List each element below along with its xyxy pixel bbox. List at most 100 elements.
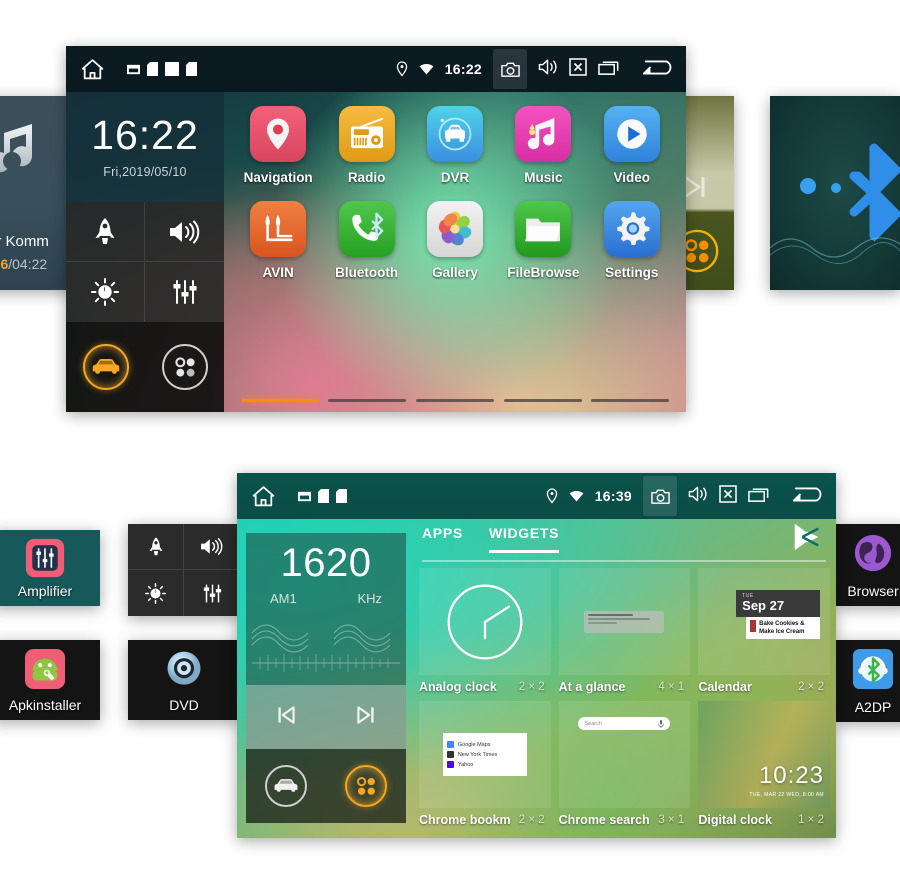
sdcard-icon xyxy=(186,62,197,76)
app-music[interactable]: Music xyxy=(502,106,584,185)
wifi-icon xyxy=(569,490,584,501)
radio-unit: KHz xyxy=(357,591,382,606)
notification-icons xyxy=(298,489,347,503)
skip-previous-icon[interactable] xyxy=(273,702,299,733)
browser-card[interactable]: Browser xyxy=(836,524,900,606)
bluetooth-wave-decor xyxy=(770,237,900,264)
bluetooth-phone-icon xyxy=(338,201,395,257)
widget-chrome-bookmarks[interactable]: Google Maps New York Times Yahoo Chrome … xyxy=(419,701,551,830)
app-label: DVR xyxy=(440,170,470,185)
folder-icon xyxy=(515,201,572,257)
back-arrow-icon[interactable] xyxy=(792,484,822,509)
skip-next-icon[interactable] xyxy=(353,702,379,733)
volume-icon xyxy=(169,220,199,243)
quick-volume[interactable] xyxy=(184,524,240,570)
widget-calendar[interactable]: TUE Sep 27 Bake Cookies & Make Ice Cream xyxy=(698,568,830,697)
widget-name: Chrome search xyxy=(558,813,650,827)
app-gallery[interactable]: Gallery xyxy=(414,201,496,280)
quick-boost[interactable] xyxy=(128,524,184,570)
widget-size: 3 × 1 xyxy=(658,814,685,826)
rocket-icon xyxy=(95,217,115,244)
bookmark-label: Google Maps xyxy=(457,741,491,748)
recents-icon[interactable] xyxy=(598,58,619,81)
app-settings[interactable]: Settings xyxy=(591,201,673,280)
calendar-preview: TUE Sep 27 Bake Cookies & Make Ice Cream xyxy=(736,590,821,640)
radio-widget[interactable]: 1620 AM1 KHz xyxy=(246,533,406,823)
home-icon[interactable] xyxy=(80,57,105,82)
a2dp-card[interactable]: A2DP xyxy=(836,640,900,722)
dock-apps-button[interactable] xyxy=(161,344,208,390)
left-control-column: 16:22 Fri,2019/05/10 xyxy=(66,92,224,412)
play-store-icon[interactable] xyxy=(790,521,822,558)
sdcard-icon xyxy=(318,489,329,503)
page-dot-2[interactable] xyxy=(328,399,407,402)
app-dvr[interactable]: DVR xyxy=(414,106,496,185)
wifi-icon xyxy=(419,63,434,74)
gear-icon xyxy=(603,201,660,257)
apkinstaller-card[interactable]: Apkinstaller xyxy=(0,640,100,720)
home-icon[interactable] xyxy=(251,484,276,509)
camera-icon[interactable] xyxy=(493,49,527,89)
recents-icon[interactable] xyxy=(748,485,769,508)
a2dp-icon-wrap xyxy=(836,648,900,690)
dock-car-button[interactable] xyxy=(82,344,129,390)
app-bluetooth[interactable]: Bluetooth xyxy=(326,201,408,280)
quick-control-equalizer[interactable] xyxy=(145,262,224,322)
clock-widget[interactable]: 16:22 Fri,2019/05/10 xyxy=(66,92,224,202)
equalizer-icon xyxy=(25,538,65,578)
widget-name: Chrome bookm xyxy=(419,813,511,827)
tab-apps[interactable]: APPS xyxy=(422,525,463,553)
quick-brightness[interactable] xyxy=(128,570,184,616)
page-dot-3[interactable] xyxy=(415,399,494,402)
dock-car-button[interactable] xyxy=(265,765,307,807)
widget-chrome-search[interactable]: Search Chrome search 3 × 1 xyxy=(558,701,691,830)
top-status-bar: 16:22 xyxy=(66,46,686,92)
camera-icon[interactable] xyxy=(643,476,677,516)
page-dot-1[interactable] xyxy=(240,399,319,402)
app-filebrowse[interactable]: FileBrowse xyxy=(502,201,584,280)
tab-widgets[interactable]: WIDGETS xyxy=(488,525,560,553)
quick-panel-card[interactable] xyxy=(128,524,240,616)
app-navigation[interactable]: Navigation xyxy=(237,106,319,185)
bookmark-label: New York Times xyxy=(457,751,498,758)
dvd-card[interactable]: DVD xyxy=(128,640,240,720)
bookmark-favicon xyxy=(446,751,454,758)
disc-icon xyxy=(167,651,201,685)
widget-analog-clock[interactable]: Analog clock 2 × 2 xyxy=(419,568,551,697)
app-row-2: AVIN Bluetooth Gallery FileBrowse Settin… xyxy=(224,201,686,280)
app-video[interactable]: Video xyxy=(591,106,673,185)
app-avin[interactable]: AVIN xyxy=(237,201,319,280)
app-label: Bluetooth xyxy=(335,265,399,280)
quick-control-boost[interactable] xyxy=(66,202,145,262)
dvr-car-icon xyxy=(426,106,483,162)
app-radio[interactable]: Radio xyxy=(326,106,408,185)
bottom-head-unit-screen[interactable]: 16:39 1620 AM1 KHz APPS WIDGETS Analog c… xyxy=(237,473,836,838)
widget-at-a-glance[interactable]: At a glance 4 × 1 xyxy=(558,568,691,697)
back-arrow-icon[interactable] xyxy=(642,57,672,82)
status-time: 16:22 xyxy=(444,61,482,77)
bluetooth-preview-card[interactable] xyxy=(770,96,900,290)
browser-icon-wrap xyxy=(836,532,900,574)
volume-icon[interactable] xyxy=(538,58,558,81)
radio-dock xyxy=(246,749,406,823)
close-box-icon[interactable] xyxy=(569,57,587,81)
quick-control-volume[interactable] xyxy=(145,202,224,262)
page-dot-5[interactable] xyxy=(591,399,670,402)
sdcard-icon xyxy=(147,62,158,76)
page-dot-4[interactable] xyxy=(503,399,582,402)
quick-equalizer[interactable] xyxy=(184,570,240,616)
tab-underline xyxy=(422,560,826,562)
top-head-unit-screen[interactable]: 16:22 16:22 Fri,2019/05/10 Navigation Ra… xyxy=(66,46,686,412)
chrome-bookmarks-preview: Google Maps New York Times Yahoo xyxy=(442,733,527,776)
volume-icon[interactable] xyxy=(688,485,708,508)
close-box-icon[interactable] xyxy=(719,484,737,508)
bottom-status-bar: 16:39 xyxy=(237,473,836,519)
quick-control-brightness[interactable] xyxy=(66,262,145,322)
calendar-date: Sep 27 xyxy=(742,598,785,613)
amplifier-card[interactable]: Amplifier xyxy=(0,530,100,606)
widget-size: 2 × 2 xyxy=(798,681,824,693)
widget-digital-clock[interactable]: 10:23 TUE, MAR 22 WED, 8:00 AM Digital c… xyxy=(698,701,830,830)
calendar-event-marker xyxy=(750,620,757,633)
quick-panel-grid xyxy=(128,524,240,616)
dock-apps-button[interactable] xyxy=(345,765,387,807)
